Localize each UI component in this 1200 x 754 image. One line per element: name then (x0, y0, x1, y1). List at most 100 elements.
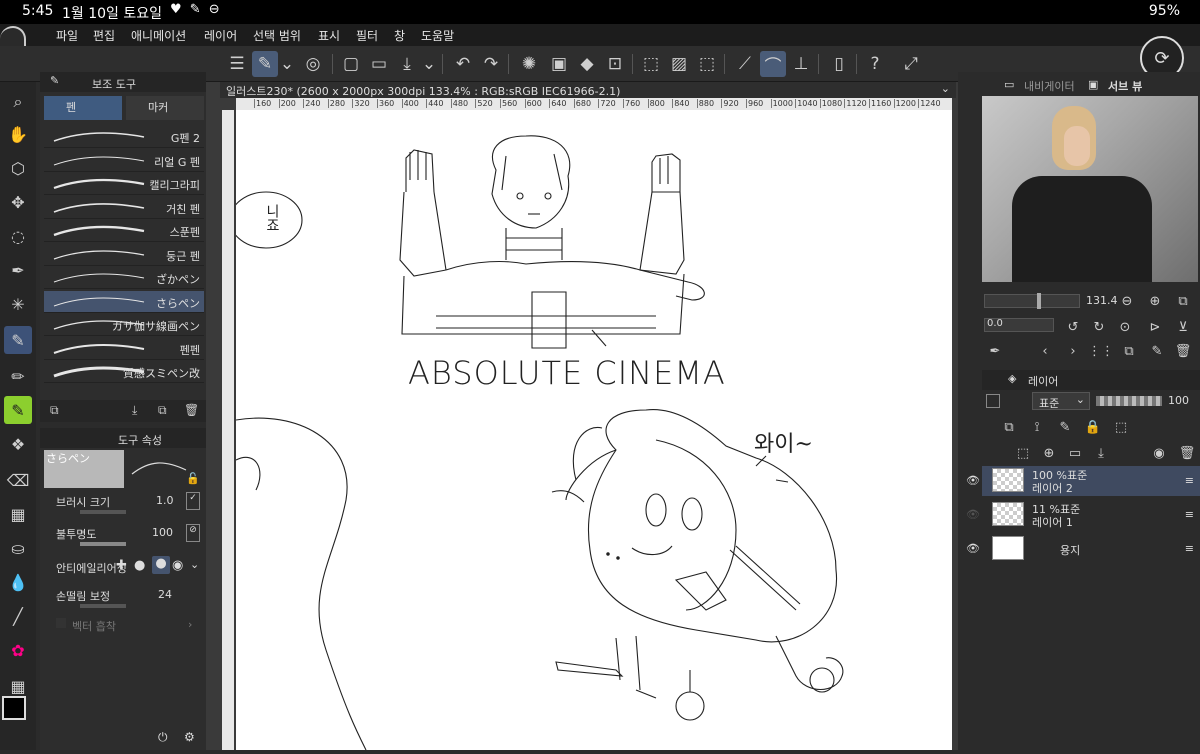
flip-horizontal-icon[interactable]: ⊳ (1144, 316, 1166, 338)
pencil-tool-icon[interactable]: ✏ (4, 362, 32, 390)
flip-vertical-icon[interactable]: ⊻ (1172, 316, 1194, 338)
lock-icon[interactable]: 🔓 (186, 472, 200, 485)
vector-snap-checkbox[interactable] (56, 618, 66, 628)
eyedropper-icon[interactable]: ✒ (4, 256, 32, 284)
mask-icon[interactable]: ◉ (1148, 442, 1170, 464)
fullscreen-icon[interactable]: ⤢ (898, 51, 924, 77)
menu-edit[interactable]: 편집 (93, 27, 115, 44)
brush-item[interactable]: 스푼펜 (44, 220, 204, 242)
deselect-icon[interactable]: ⬚ (638, 51, 664, 77)
blend-icon[interactable]: 💧 (4, 568, 32, 596)
visibility-eye-icon[interactable]: 👁 (966, 508, 980, 521)
stabilization-value[interactable]: 24 (158, 588, 172, 601)
menu-animation[interactable]: 애니메이션 (131, 27, 186, 44)
blend-mode-select[interactable]: 표준 ⌄ (1032, 392, 1090, 410)
aa-weak-icon[interactable]: ● (134, 558, 145, 573)
draft-layer-icon[interactable]: ✎ (1054, 416, 1076, 438)
angle-slider[interactable]: 0.0 (984, 318, 1054, 332)
help-icon[interactable]: ? (862, 51, 888, 77)
brush-size-slider[interactable] (80, 510, 126, 514)
brush-size-value[interactable]: 1.0 (156, 494, 174, 507)
hamburger-menu-icon[interactable]: ☰ (224, 51, 250, 77)
tool-settings-icon[interactable]: ⚙ (184, 730, 195, 744)
decoration-icon[interactable]: ✿ (4, 636, 32, 664)
save-icon[interactable]: ⤓ (394, 51, 420, 77)
save-menu-chevron-icon[interactable]: ⌄ (420, 51, 438, 77)
brush-item[interactable]: 거친 펜 (44, 197, 204, 219)
layer-row[interactable]: 👁 100 %표준 레이어 2 ≡ (966, 466, 1200, 496)
brush-item[interactable]: G펜 2 (44, 126, 204, 148)
tab-subview[interactable]: 서브 뷰 (1108, 78, 1142, 94)
special-ruler-snap-icon[interactable]: ⌒ (760, 51, 786, 77)
menu-window[interactable]: 창 (394, 27, 405, 44)
layer-row[interactable]: 👁 11 %표준 레이어 1 ≡ (966, 500, 1200, 530)
layer-menu-icon[interactable]: ≡ (1185, 508, 1194, 521)
menu-filter[interactable]: 필터 (356, 27, 378, 44)
new-raster-layer-icon[interactable]: ⬚ (1012, 442, 1034, 464)
tab-pen[interactable]: 펜 (44, 96, 122, 120)
redo-icon[interactable]: ↷ (478, 51, 504, 77)
opacity-slider[interactable] (80, 542, 126, 546)
brush-item[interactable]: 質感スミペン改 (44, 361, 204, 383)
gradient-icon[interactable]: ▦ (4, 500, 32, 528)
merge-icon[interactable]: ⤓ (1090, 442, 1112, 464)
rotate-right-icon[interactable]: ↻ (1088, 316, 1110, 338)
delete-image-icon[interactable]: 🗑 (1172, 340, 1194, 362)
grid-view-icon[interactable]: ⋮⋮ (1088, 340, 1114, 362)
clip-icon[interactable]: ⧉ (998, 416, 1020, 438)
brush-item[interactable]: 리얼 G 펜 (44, 150, 204, 172)
smartphone-icon[interactable]: ▯ (826, 51, 852, 77)
open-folder-icon[interactable]: ▭ (366, 51, 392, 77)
transform-icon[interactable]: ⊡ (602, 51, 628, 77)
fill-bucket-icon[interactable]: ⛀ (4, 534, 32, 562)
subtool-settings-icon[interactable]: ⧉ (50, 403, 59, 418)
brush-size-pressure-button[interactable]: ✓ (186, 492, 200, 510)
layer-color-box[interactable] (986, 394, 1000, 408)
undo-icon[interactable]: ↶ (450, 51, 476, 77)
loading-icon[interactable]: ✺ (516, 51, 542, 77)
aa-medium-icon[interactable]: ● (152, 556, 170, 574)
spiral-icon[interactable]: ◎ (300, 51, 326, 77)
opacity-value[interactable]: 100 (152, 526, 173, 539)
eyedropper-small-icon[interactable]: ✒ (984, 340, 1006, 362)
pen-tab-icon[interactable]: ✎ (50, 74, 59, 87)
grid-snap-icon[interactable]: ⊥ (788, 51, 814, 77)
move-icon[interactable]: ✥ (4, 188, 32, 216)
tab-navigator[interactable]: 내비게이터 (1024, 78, 1075, 94)
aa-chevron-icon[interactable]: ⌄ (190, 558, 199, 571)
document-tab[interactable]: 일러스트230* (2600 x 2000px 300dpi 133.4% : … (220, 82, 956, 98)
import-image-icon[interactable]: ⧉ (1118, 340, 1140, 362)
layer-row[interactable]: 👁 용지 ≡ (966, 534, 1200, 564)
layer-opacity-slider[interactable] (1096, 396, 1162, 406)
menu-view[interactable]: 표시 (318, 27, 340, 44)
ref-layer-icon[interactable]: ⟟ (1026, 416, 1048, 438)
aa-none-icon[interactable]: ✚ (116, 558, 127, 573)
zoom-value[interactable]: 131.4 (1086, 294, 1118, 307)
stabilization-slider[interactable] (80, 604, 126, 608)
brush-item[interactable]: 둥근 펜 (44, 244, 204, 266)
visibility-eye-icon[interactable]: 👁 (966, 474, 980, 487)
aa-strong-icon[interactable]: ◉ (172, 558, 183, 573)
fill-icon[interactable]: ◆ (574, 51, 600, 77)
brush-item[interactable]: 캘리그라피 (44, 173, 204, 195)
opacity-toggle-button[interactable]: ⊘ (186, 524, 200, 542)
navigator-icon[interactable]: ▭ (1004, 78, 1014, 91)
rotate-left-icon[interactable]: ↺ (1062, 316, 1084, 338)
lock-layer-icon[interactable]: 🔒 (1082, 416, 1104, 438)
airbrush-icon[interactable]: ❖ (4, 430, 32, 458)
object-icon[interactable]: ⬡ (4, 154, 32, 182)
chevron-down-icon[interactable]: ⌄ (278, 51, 296, 77)
prev-image-icon[interactable]: ‹ (1034, 340, 1056, 362)
layer-icon[interactable]: ◈ (1008, 372, 1016, 385)
drawing-canvas[interactable]: ABSOLUTE CINEMA 와이~ 니죠 (229, 110, 952, 751)
delete-layer-icon[interactable]: 🗑 (1176, 442, 1198, 464)
zoom-out-icon[interactable]: ⊖ (1116, 290, 1138, 312)
fit-icon[interactable]: ⧉ (1172, 290, 1194, 312)
menu-file[interactable]: 파일 (56, 27, 78, 44)
hand-icon[interactable]: ✋ (4, 120, 32, 148)
visibility-eye-icon[interactable]: 👁 (966, 542, 980, 555)
import-icon[interactable]: ⤓ (132, 403, 137, 418)
layer-menu-icon[interactable]: ≡ (1185, 542, 1194, 555)
menu-layer[interactable]: 레이어 (204, 27, 237, 44)
brush-item[interactable]: 펜펜 (44, 338, 204, 360)
